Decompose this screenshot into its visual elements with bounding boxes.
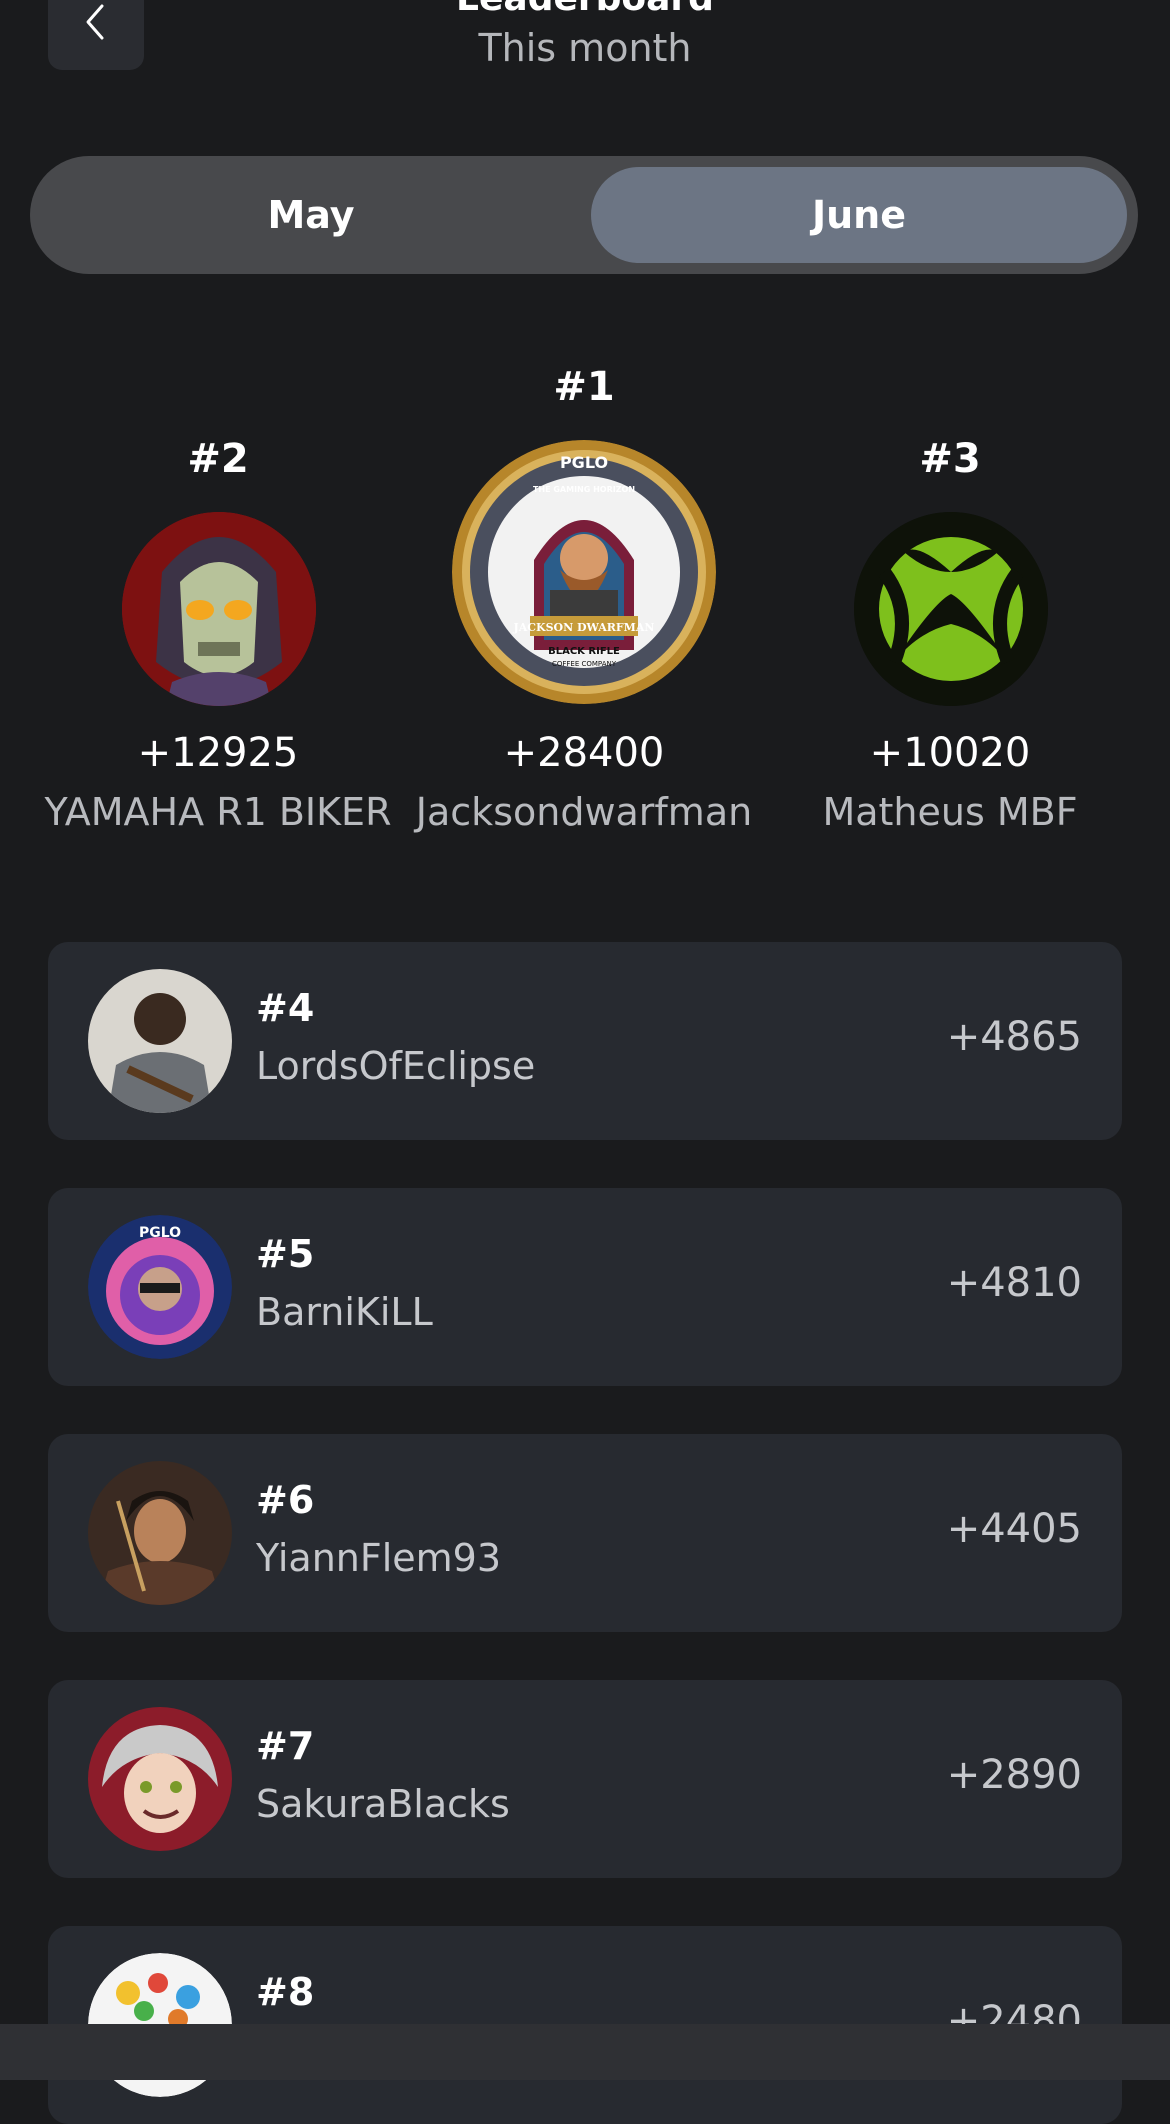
- svg-text:THE GAMING HORIZON: THE GAMING HORIZON: [533, 485, 635, 494]
- avatar: PGLO: [88, 1215, 232, 1359]
- svg-text:COFFEE COMPANY: COFFEE COMPANY: [552, 660, 617, 668]
- row-name: BarniKiLL: [256, 1290, 433, 1334]
- row-rank: #4: [256, 986, 315, 1030]
- page-title: Leaderboard: [0, 0, 1170, 19]
- podium-name-2: YAMAHA R1 BIKER: [44, 790, 392, 834]
- podium-score-3: +10020: [869, 730, 1031, 776]
- podium-rank-3: #3: [919, 436, 981, 482]
- page-subtitle: This month: [478, 26, 692, 70]
- month-toggle: May June: [30, 156, 1138, 274]
- row-rank: #6: [256, 1478, 315, 1522]
- leaderboard-row[interactable]: #4 LordsOfEclipse +4865: [48, 942, 1122, 1140]
- xbox-logo-icon: [854, 512, 1048, 706]
- avatar: [88, 969, 232, 1113]
- svg-text:PGLO: PGLO: [139, 1225, 181, 1241]
- row-score: +4810: [946, 1260, 1082, 1306]
- podium-score-1: +28400: [503, 730, 665, 776]
- row-name: LordsOfEclipse: [256, 1044, 536, 1088]
- podium-name-3: Matheus MBF: [822, 790, 1078, 834]
- row-rank: #5: [256, 1232, 315, 1276]
- row-score: +4865: [946, 1014, 1082, 1060]
- podium-rank-1: #1: [553, 364, 615, 410]
- avatar: [88, 1707, 232, 1851]
- gaming-horizon-badge-image: PGLO THE GAMING HORIZON JACKSON DWARFMAN…: [452, 440, 716, 704]
- avatar[interactable]: [122, 512, 316, 706]
- row-score: +4405: [946, 1506, 1082, 1552]
- avatar: [88, 1461, 232, 1605]
- avatar[interactable]: [854, 512, 1048, 706]
- row-name: YiannFlem93: [256, 1536, 502, 1580]
- avatar[interactable]: PGLO THE GAMING HORIZON JACKSON DWARFMAN…: [452, 440, 716, 704]
- leaderboard-row[interactable]: PGLO #5 BarniKiLL +4810: [48, 1188, 1122, 1386]
- row-rank: #7: [256, 1724, 315, 1768]
- leaderboard-row[interactable]: #7 SakuraBlacks +2890: [48, 1680, 1122, 1878]
- tab-june[interactable]: June: [591, 167, 1127, 263]
- podium-rank-2: #2: [187, 436, 249, 482]
- svg-text:PGLO: PGLO: [560, 453, 608, 472]
- row-rank: #8: [256, 1970, 315, 2014]
- tab-may[interactable]: May: [41, 167, 581, 263]
- skull-mask-avatar-image: [122, 512, 316, 706]
- svg-text:JACKSON DWARFMAN: JACKSON DWARFMAN: [513, 621, 655, 634]
- podium-name-1: Jacksondwarfman: [415, 790, 753, 834]
- row-score: +2890: [946, 1752, 1082, 1798]
- podium-score-2: +12925: [137, 730, 299, 776]
- svg-text:BLACK RIFLE: BLACK RIFLE: [548, 646, 620, 657]
- row-name: SakuraBlacks: [256, 1782, 510, 1826]
- leaderboard-row[interactable]: #6 YiannFlem93 +4405: [48, 1434, 1122, 1632]
- bottom-navigation-bar: [0, 2024, 1170, 2080]
